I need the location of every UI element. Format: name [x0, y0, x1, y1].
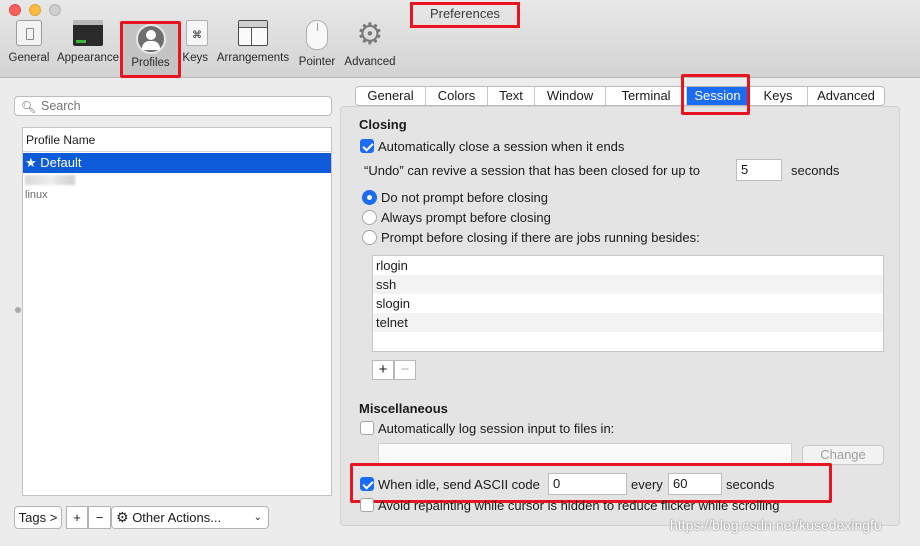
checkbox-unchecked-icon — [360, 498, 374, 512]
radio-selected-icon — [362, 190, 377, 205]
profile-search-field[interactable]: 🔍︎ — [14, 96, 332, 116]
radio-do-not-prompt[interactable]: Do not prompt before closing — [362, 190, 548, 205]
remove-profile-button[interactable]: − — [88, 506, 111, 529]
idle-setting-highlight — [350, 463, 832, 503]
toolbar: Preferences General Appearance Profiles … — [0, 0, 920, 78]
general-prefs-icon — [16, 20, 42, 46]
gear-icon: ⚙ — [356, 18, 384, 51]
toolbar-general-label: General — [8, 52, 50, 64]
close-window-button[interactable] — [9, 4, 21, 16]
radio-label: Always prompt before closing — [381, 210, 551, 225]
blurred-name-icon — [25, 175, 75, 185]
checkbox-checked-icon — [360, 139, 374, 153]
arrangements-icon — [238, 20, 268, 46]
profile-search-input[interactable] — [41, 97, 331, 115]
toolbar-advanced-button[interactable]: ⚙ Advanced — [342, 20, 398, 76]
toolbar-appearance-button[interactable]: Appearance — [54, 20, 122, 76]
tab-colors[interactable]: Colors — [426, 87, 488, 105]
log-path-field[interactable] — [378, 443, 792, 465]
toolbar-pointer-button[interactable]: Pointer — [295, 20, 339, 76]
radio-prompt-if-jobs[interactable]: Prompt before closing if there are jobs … — [362, 230, 700, 245]
toolbar-keys-button[interactable]: ⌘ Keys — [178, 20, 208, 76]
tab-terminal[interactable]: Terminal — [606, 87, 687, 105]
toolbar-keys-label: Keys — [182, 52, 208, 64]
profile-row-linux[interactable]: linux — [23, 173, 331, 201]
radio-always-prompt[interactable]: Always prompt before closing — [362, 210, 551, 225]
tab-keys[interactable]: Keys — [749, 87, 808, 105]
radio-unselected-icon — [362, 210, 377, 225]
list-item[interactable]: ssh — [373, 275, 883, 294]
tab-advanced[interactable]: Advanced — [808, 87, 884, 105]
change-log-path-button[interactable]: Change — [802, 445, 884, 465]
undo-seconds-label: seconds — [791, 163, 840, 178]
auto-close-label: Automatically close a session when it en… — [378, 139, 625, 154]
undo-label: “Undo” can revive a session that has bee… — [364, 163, 701, 178]
remove-job-button[interactable]: − — [394, 360, 416, 380]
profile-name-column-header[interactable]: Profile Name — [23, 128, 331, 152]
other-actions-button[interactable]: ⚙ Other Actions... ⌄ — [111, 506, 269, 529]
tab-text[interactable]: Text — [488, 87, 535, 105]
default-star-icon: ★ — [25, 155, 37, 170]
splitter-handle[interactable] — [15, 307, 21, 313]
tab-general[interactable]: General — [356, 87, 426, 105]
log-session-checkbox[interactable]: Automatically log session input to files… — [360, 421, 614, 436]
radio-label: Prompt before closing if there are jobs … — [381, 230, 700, 245]
list-item[interactable]: telnet — [373, 313, 883, 332]
appearance-icon — [73, 20, 103, 46]
command-key-icon: ⌘ — [186, 20, 208, 46]
jobs-list: rlogin ssh slogin telnet — [372, 255, 884, 352]
radio-unselected-icon — [362, 230, 377, 245]
session-tab-highlight — [681, 74, 750, 115]
toolbar-arrangements-button[interactable]: Arrangements — [214, 20, 292, 76]
zoom-window-button[interactable] — [49, 4, 61, 16]
profile-label: Default — [40, 155, 82, 170]
toolbar-pointer-label: Pointer — [298, 56, 336, 68]
add-job-button[interactable]: + — [372, 360, 394, 380]
misc-section-title: Miscellaneous — [359, 401, 448, 416]
gear-icon: ⚙ — [116, 509, 129, 525]
auto-close-checkbox[interactable]: Automatically close a session when it en… — [360, 139, 624, 154]
toolbar-arrangements-label: Arrangements — [216, 52, 290, 64]
list-item[interactable]: rlogin — [373, 256, 883, 275]
closing-section-title: Closing — [359, 117, 407, 132]
add-profile-button[interactable]: + — [66, 506, 88, 529]
toolbar-profiles-label: Profiles — [131, 57, 170, 69]
other-actions-label: Other Actions... — [132, 510, 222, 525]
profile-tabs: General Colors Text Window Terminal Sess… — [355, 86, 885, 106]
profile-label: linux — [25, 189, 48, 201]
toolbar-advanced-label: Advanced — [344, 56, 396, 68]
chevron-down-icon: ⌄ — [253, 512, 262, 523]
search-icon: 🔍︎ — [21, 100, 37, 114]
watermark: https://blog.csdn.net/kusedexingfu — [670, 517, 882, 533]
radio-label: Do not prompt before closing — [381, 190, 548, 205]
profile-row-default[interactable]: ★ Default — [23, 153, 331, 173]
undo-seconds-field[interactable]: 5 — [736, 159, 782, 181]
tags-button[interactable]: Tags > — [14, 506, 62, 529]
list-item[interactable]: slogin — [373, 294, 883, 313]
minimize-window-button[interactable] — [29, 4, 41, 16]
toolbar-general-button[interactable]: General — [6, 20, 52, 76]
window-title: Preferences — [410, 2, 520, 28]
tab-window[interactable]: Window — [535, 87, 606, 105]
toolbar-appearance-label: Appearance — [56, 52, 120, 64]
checkbox-unchecked-icon — [360, 421, 374, 435]
mouse-icon — [306, 20, 328, 50]
avoid-repaint-label: Avoid repainting while cursor is hidden … — [378, 498, 780, 513]
toolbar-profiles-button[interactable]: Profiles — [120, 21, 181, 78]
profile-list: Profile Name ★ Default linux — [22, 127, 332, 496]
profiles-icon — [135, 24, 166, 54]
log-session-label: Automatically log session input to files… — [378, 421, 615, 436]
avoid-repaint-checkbox[interactable]: Avoid repainting while cursor is hidden … — [360, 498, 780, 513]
